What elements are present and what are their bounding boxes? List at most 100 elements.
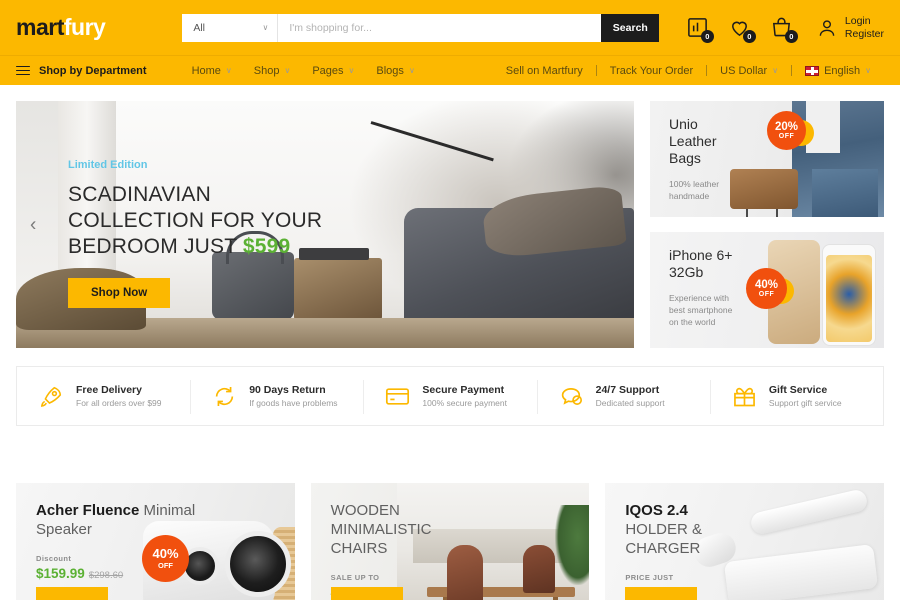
product-card-iqos[interactable]: IQOS 2.4 HOLDER & CHARGER PRICE JUST $10… xyxy=(605,483,885,600)
card-title: Acher Fluence Minimal Speaker xyxy=(36,501,195,539)
card-price-old: $298.60 xyxy=(88,570,124,581)
service-title: 90 Days Return xyxy=(249,383,326,396)
promo-text: iPhone 6+ 32Gb Experience with best smar… xyxy=(669,247,732,328)
service-subtitle: If goods have problems xyxy=(249,397,338,408)
card-title-line2: MINIMALISTIC xyxy=(330,521,432,538)
gift-icon xyxy=(733,387,755,406)
currency-label: US Dollar xyxy=(720,64,768,77)
cart-count-badge: 0 xyxy=(784,29,798,43)
register-link[interactable]: Register xyxy=(845,28,884,41)
card-label: SALE UP TO xyxy=(330,573,380,582)
service-gift-service: Gift Service Support gift service xyxy=(709,367,883,425)
sell-on-martfury-label: Sell on Martfury xyxy=(505,64,583,77)
promo-title-line1: Unio xyxy=(669,116,698,132)
compare-button[interactable]: 0 xyxy=(686,16,714,43)
search-category-select[interactable]: All ∨ xyxy=(182,13,279,42)
promo-title-line1: iPhone 6+ xyxy=(669,247,733,263)
search-category-value: All xyxy=(193,21,205,34)
account-menu[interactable]: Login Register xyxy=(816,15,884,41)
promo-badge-off: OFF xyxy=(758,291,775,298)
service-free-delivery: Free Delivery For all orders over $99 xyxy=(17,367,190,425)
product-card-speaker[interactable]: 40% OFF Acher Fluence Minimal Speaker Di… xyxy=(16,483,295,600)
login-link[interactable]: Login xyxy=(845,15,884,28)
service-secure-payment: Secure Payment 100% secure payment xyxy=(363,367,536,425)
hero-title-line3-text: BEDROOM JUST xyxy=(68,235,243,258)
chevron-down-icon: ∨ xyxy=(348,66,355,75)
menu-item-blogs[interactable]: Blogs ∨ xyxy=(376,65,414,77)
language-label: English xyxy=(824,64,861,77)
main-navbar: Shop by Department Home ∨ Shop ∨ Pages ∨… xyxy=(0,55,900,85)
site-header: martfury All ∨ Search 0 0 xyxy=(0,0,900,55)
chevron-down-icon: ∨ xyxy=(865,66,871,75)
service-title: Free Delivery xyxy=(76,383,142,396)
card-title: WOODEN MINIMALISTIC CHAIRS xyxy=(331,501,432,558)
main-menu: Home ∨ Shop ∨ Pages ∨ Blogs ∨ xyxy=(192,65,415,77)
search-button[interactable]: Search xyxy=(601,13,660,42)
hamburger-icon xyxy=(16,65,30,76)
hero-section: Limited Edition SCADINAVIAN COLLECTION F… xyxy=(0,85,900,348)
promo-discount-badge: 20% OFF xyxy=(767,111,806,150)
menu-item-home[interactable]: Home ∨ xyxy=(192,65,232,77)
language-selector[interactable]: English ∨ xyxy=(792,65,884,77)
hero-title-line3: BEDROOM JUST $599 xyxy=(68,234,322,260)
card-title-line1: WOODEN xyxy=(330,502,400,519)
service-24-7-support: 24/7 Support Dedicated support xyxy=(536,367,710,425)
promo-banner-leather-bags[interactable]: 20% OFF Unio Leather Bags 100% leather h… xyxy=(650,101,884,217)
track-your-order-link[interactable]: Track Your Order xyxy=(597,65,706,77)
promo-subtitle-line2: handmade xyxy=(669,191,710,201)
card-badge-off: OFF xyxy=(158,561,173,570)
menu-item-shop[interactable]: Shop ∨ xyxy=(254,65,291,77)
decor-bag-basket xyxy=(730,169,798,217)
search-input[interactable] xyxy=(278,13,602,42)
currency-selector[interactable]: US Dollar ∨ xyxy=(707,65,791,77)
card-badge-percent: 40% xyxy=(152,546,179,561)
card-title: IQOS 2.4 HOLDER & CHARGER xyxy=(625,501,702,558)
hero-title-line1: SCADINAVIAN xyxy=(68,183,212,206)
promo-banner-iphone[interactable]: 40% OFF iPhone 6+ 32Gb Experience with b… xyxy=(650,232,884,348)
promo-title: Unio Leather Bags xyxy=(669,116,719,167)
promo-badge-off: OFF xyxy=(778,133,795,140)
card-cta-button[interactable] xyxy=(330,587,403,600)
chevron-down-icon: ∨ xyxy=(772,66,779,75)
product-card-chairs[interactable]: WOODEN MINIMALISTIC CHAIRS SALE UP TO 40… xyxy=(310,483,590,600)
uk-flag-icon xyxy=(805,65,820,76)
hero-slider[interactable]: Limited Edition SCADINAVIAN COLLECTION F… xyxy=(16,101,634,348)
hero-shop-now-button[interactable]: Shop Now xyxy=(68,278,171,308)
site-logo[interactable]: martfury xyxy=(16,14,106,41)
promo-subtitle: 100% leather handmade xyxy=(669,178,719,202)
chevron-down-icon: ∨ xyxy=(262,23,269,32)
decor-iqos xyxy=(684,487,880,600)
refresh-icon xyxy=(215,386,234,406)
header-tools: 0 0 0 Login Register xyxy=(686,15,884,43)
card-label: PRICE JUST xyxy=(625,573,674,582)
compare-count-badge: 0 xyxy=(700,29,714,43)
chevron-down-icon: ∨ xyxy=(284,66,291,75)
promo-title-line3: Bags xyxy=(669,150,701,166)
service-title: 24/7 Support xyxy=(595,383,660,396)
promo-subtitle-line2: best smartphone xyxy=(669,305,733,315)
promo-subtitle-line3: on the world xyxy=(669,317,716,327)
divider xyxy=(706,65,708,76)
service-subtitle: Dedicated support xyxy=(595,397,665,408)
card-price-current: $159.99 xyxy=(36,566,85,581)
service-title: Gift Service xyxy=(768,383,828,396)
card-discount-badge: 40% OFF xyxy=(142,535,189,582)
card-cta-button[interactable] xyxy=(36,587,108,600)
promo-badge-percent: 40% xyxy=(754,279,779,291)
promo-title: iPhone 6+ 32Gb xyxy=(669,247,732,281)
card-title-line3: CHAIRS xyxy=(330,540,388,557)
sell-on-martfury-link[interactable]: Sell on Martfury xyxy=(493,65,596,77)
cart-button[interactable]: 0 xyxy=(770,16,798,43)
card-cta-button[interactable] xyxy=(625,587,698,600)
promo-title-line2: Leather xyxy=(669,133,717,149)
logo-text-secondary: fury xyxy=(63,14,106,40)
hero-price: $599 xyxy=(242,235,291,258)
shop-by-department-button[interactable]: Shop by Department xyxy=(16,65,147,77)
wishlist-button[interactable]: 0 xyxy=(728,16,756,43)
decor-iqos-holder xyxy=(749,488,869,536)
slider-prev-arrow-icon[interactable]: ‹ xyxy=(30,215,36,234)
divider xyxy=(595,65,597,76)
hero-title: SCADINAVIAN COLLECTION FOR YOUR BEDROOM … xyxy=(68,182,322,260)
menu-item-pages[interactable]: Pages ∨ xyxy=(312,65,354,77)
card-title-thin: Minimal xyxy=(139,502,196,519)
